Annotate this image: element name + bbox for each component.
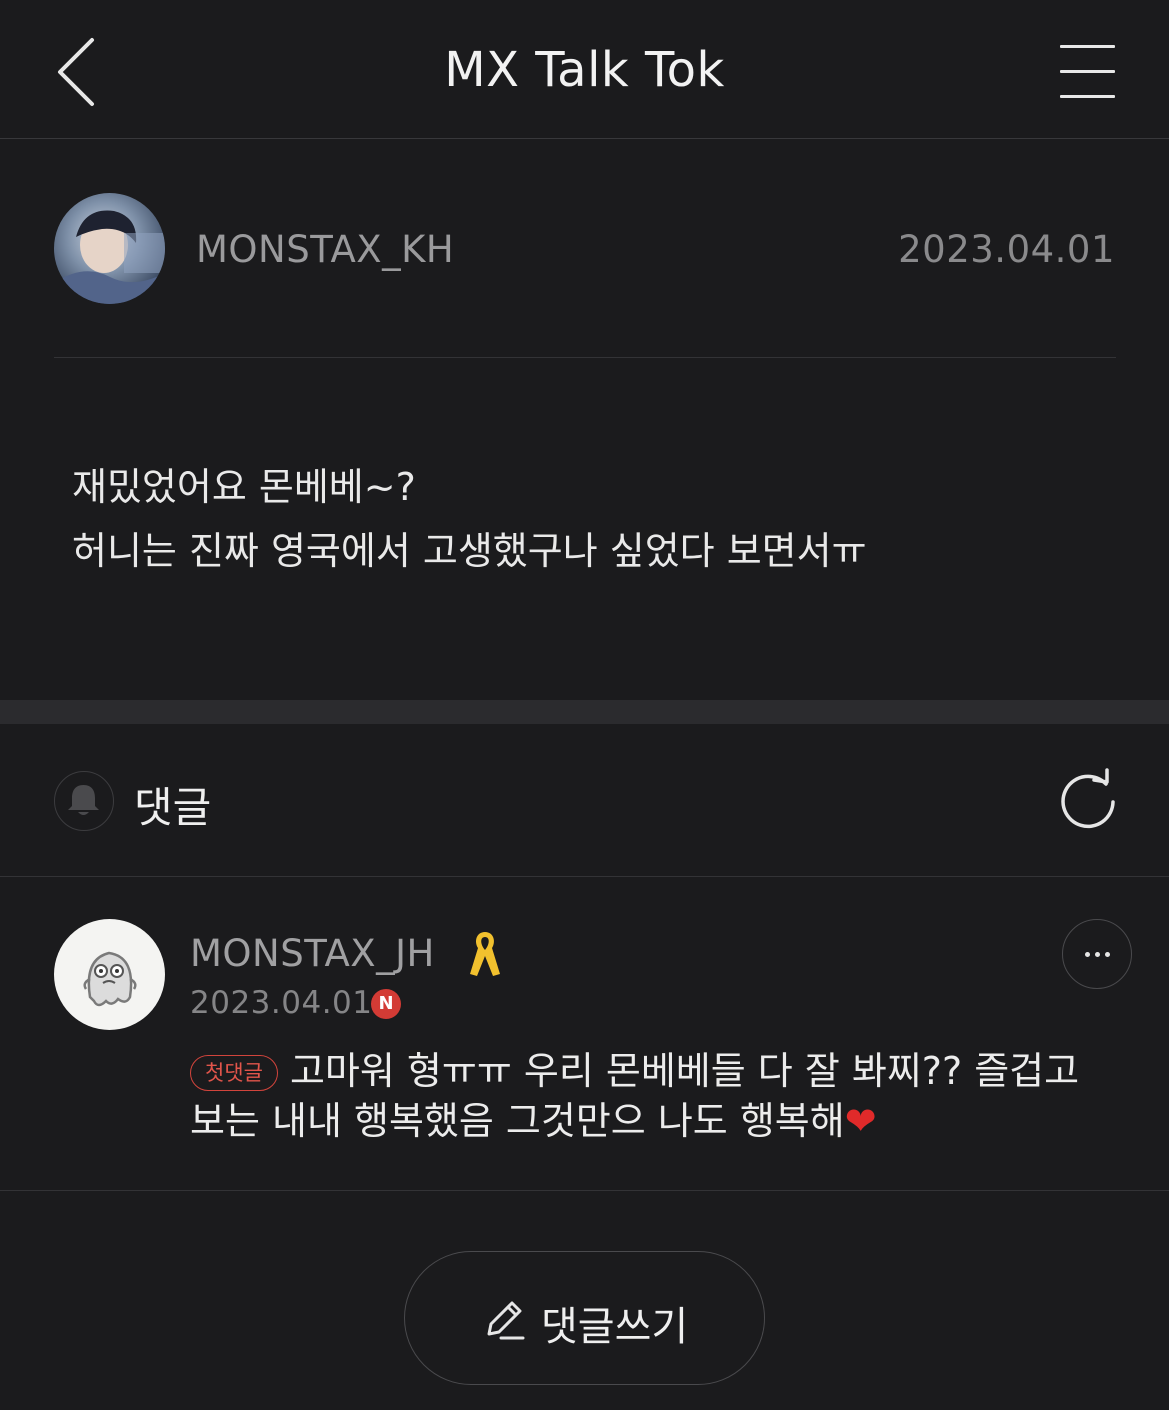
comments-heading: 댓글 xyxy=(134,783,212,832)
write-comment-button[interactable]: 댓글쓰기 xyxy=(404,1251,765,1385)
divider xyxy=(0,1190,1169,1191)
more-options-button[interactable] xyxy=(1062,919,1132,989)
post-text-line: 재밌었어요 몬베베~? xyxy=(72,465,416,509)
comment-date: 2023.04.01 xyxy=(190,985,373,1021)
comment-content: 첫댓글 고마워 형ㅠㅠ 우리 몬베베들 다 잘 봐찌?? 즐겁고 보는 내내 행복… xyxy=(190,1046,1120,1146)
write-comment-label: 댓글쓰기 xyxy=(541,1304,689,1350)
new-badge: N xyxy=(371,989,401,1019)
commenter-avatar[interactable] xyxy=(54,919,165,1030)
post-author-name[interactable]: MONSTAX_KH xyxy=(196,228,454,271)
post-date: 2023.04.01 xyxy=(898,228,1115,271)
post-author-avatar[interactable] xyxy=(54,193,165,304)
heart-emoji: ❤ xyxy=(844,1099,877,1143)
refresh-icon xyxy=(1061,768,1115,829)
more-dots-icon xyxy=(1085,952,1090,957)
avatar-photo xyxy=(54,210,165,304)
divider xyxy=(54,357,1116,358)
comment-notification-toggle[interactable] xyxy=(54,771,114,831)
commenter-name[interactable]: MONSTAX_JH xyxy=(190,932,435,975)
post-text-line: 허니는 진짜 영국에서 고생했구나 싶었다 보면서ㅠ xyxy=(72,529,867,573)
top-bar: MX Talk Tok xyxy=(0,0,1169,139)
comment-text: 고마워 형ㅠㅠ 우리 몬베베들 다 잘 봐찌?? 즐겁고 보는 내내 행복했음 … xyxy=(190,1049,1080,1143)
character-icon xyxy=(83,951,137,1007)
yellow-ribbon-icon xyxy=(470,932,500,976)
first-comment-badge: 첫댓글 xyxy=(190,1055,278,1091)
divider xyxy=(0,876,1169,877)
section-separator xyxy=(0,700,1169,724)
page-title: MX Talk Tok xyxy=(444,42,725,98)
menu-button[interactable] xyxy=(1056,40,1120,104)
pencil-icon xyxy=(487,1301,525,1340)
bell-icon xyxy=(68,785,99,815)
hamburger-menu-icon xyxy=(1060,45,1115,48)
post-content: 재밌었어요 몬베베~? 허니는 진짜 영국에서 고생했구나 싶었다 보면서ㅠ xyxy=(72,455,1112,583)
refresh-button[interactable] xyxy=(1056,768,1120,832)
